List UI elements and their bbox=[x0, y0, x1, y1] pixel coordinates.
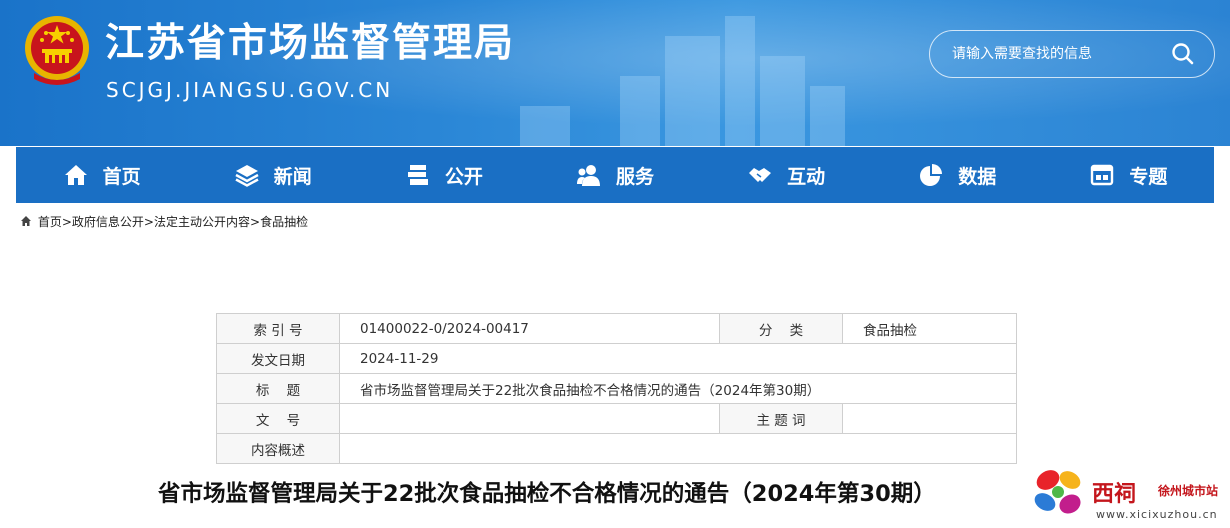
home-icon bbox=[63, 162, 89, 188]
search-box bbox=[929, 30, 1215, 78]
title-label: 标 题 bbox=[216, 373, 340, 404]
layers-icon bbox=[234, 162, 260, 188]
nav-item-label: 服务 bbox=[615, 165, 654, 188]
breadcrumb: 首页>政府信息公开>法定主动公开内容>食品抽检 bbox=[20, 213, 308, 230]
breadcrumb-separator: > bbox=[61, 215, 72, 229]
search-input[interactable] bbox=[952, 41, 1152, 67]
stack-icon bbox=[405, 162, 431, 188]
nav-item-label: 新闻 bbox=[273, 165, 312, 188]
users-icon bbox=[576, 162, 602, 188]
main-nav: 首页 新闻 公开 服务 互动 数据 专题 bbox=[16, 147, 1214, 203]
nav-item-public[interactable]: 公开 bbox=[358, 147, 529, 203]
search-icon[interactable] bbox=[1170, 41, 1196, 67]
summary-value bbox=[339, 433, 1017, 464]
pie-chart-icon bbox=[918, 162, 944, 188]
table-row: 发文日期 2024-11-29 bbox=[216, 343, 1017, 374]
table-row: 索 引 号 01400022-0/2024-00417 分 类 食品抽检 bbox=[216, 313, 1017, 344]
handshake-icon bbox=[747, 162, 773, 188]
national-emblem-icon bbox=[25, 16, 89, 85]
banner-building bbox=[520, 106, 570, 146]
nav-item-news[interactable]: 新闻 bbox=[187, 147, 358, 203]
watermark-logo: 西祠 徐州城市站 www.xicixuzhou.cn bbox=[1024, 462, 1230, 528]
index-number-value: 01400022-0/2024-00417 bbox=[339, 313, 720, 344]
nav-item-label: 数据 bbox=[958, 165, 997, 188]
table-row: 标 题 省市场监督管理局关于22批次食品抽检不合格情况的通告（2024年第30期… bbox=[216, 373, 1017, 404]
home-icon bbox=[21, 216, 31, 226]
category-label: 分 类 bbox=[719, 313, 843, 344]
table-row: 内容概述 bbox=[216, 433, 1017, 464]
breadcrumb-separator: > bbox=[250, 215, 261, 229]
document-number-value bbox=[339, 403, 720, 434]
breadcrumb-statutory[interactable]: 法定主动公开内容 bbox=[154, 215, 250, 229]
nav-item-topics[interactable]: 专题 bbox=[1043, 147, 1214, 203]
keywords-value bbox=[842, 403, 1017, 434]
title-value: 省市场监督管理局关于22批次食品抽检不合格情况的通告（2024年第30期） bbox=[339, 373, 1017, 404]
document-number-label: 文 号 bbox=[216, 403, 340, 434]
nav-item-label: 互动 bbox=[787, 165, 826, 188]
header-banner: 江苏省市场监督管理局 SCJGJ.JIANGSU.GOV.CN bbox=[0, 0, 1230, 146]
banner-building bbox=[725, 16, 755, 146]
breadcrumb-home[interactable]: 首页 bbox=[38, 215, 62, 229]
issue-date-label: 发文日期 bbox=[216, 343, 340, 374]
nav-item-label: 专题 bbox=[1129, 165, 1168, 188]
window-icon bbox=[1089, 162, 1115, 188]
nav-item-label: 首页 bbox=[102, 165, 141, 188]
xici-logo-icon bbox=[1034, 470, 1081, 514]
banner-building bbox=[620, 76, 660, 146]
nav-item-service[interactable]: 服务 bbox=[529, 147, 700, 203]
summary-label: 内容概述 bbox=[216, 433, 340, 464]
document-meta-table: 索 引 号 01400022-0/2024-00417 分 类 食品抽检 发文日… bbox=[216, 313, 1017, 464]
watermark-url: www.xicixuzhou.cn bbox=[1096, 508, 1218, 521]
index-number-label: 索 引 号 bbox=[216, 313, 340, 344]
nav-item-interact[interactable]: 互动 bbox=[701, 147, 872, 203]
keywords-label: 主 题 词 bbox=[719, 403, 843, 434]
nav-item-data[interactable]: 数据 bbox=[872, 147, 1043, 203]
article-title: 省市场监督管理局关于22批次食品抽检不合格情况的通告（2024年第30期） bbox=[158, 481, 936, 507]
watermark-name: 西祠 bbox=[1092, 482, 1137, 507]
breadcrumb-food-inspection[interactable]: 食品抽检 bbox=[260, 215, 308, 229]
table-row: 文 号 主 题 词 bbox=[216, 403, 1017, 434]
watermark-subtitle: 徐州城市站 bbox=[1158, 484, 1219, 498]
banner-building bbox=[760, 56, 805, 146]
issue-date-value: 2024-11-29 bbox=[339, 343, 1017, 374]
banner-building bbox=[665, 36, 720, 146]
banner-building bbox=[810, 86, 845, 146]
breadcrumb-gov-info[interactable]: 政府信息公开 bbox=[72, 215, 144, 229]
nav-item-home[interactable]: 首页 bbox=[16, 147, 187, 203]
site-domain: SCJGJ.JIANGSU.GOV.CN bbox=[106, 78, 394, 102]
breadcrumb-separator: > bbox=[143, 215, 154, 229]
category-value: 食品抽检 bbox=[842, 313, 1017, 344]
nav-item-label: 公开 bbox=[444, 165, 483, 188]
site-title: 江苏省市场监督管理局 bbox=[105, 21, 516, 66]
